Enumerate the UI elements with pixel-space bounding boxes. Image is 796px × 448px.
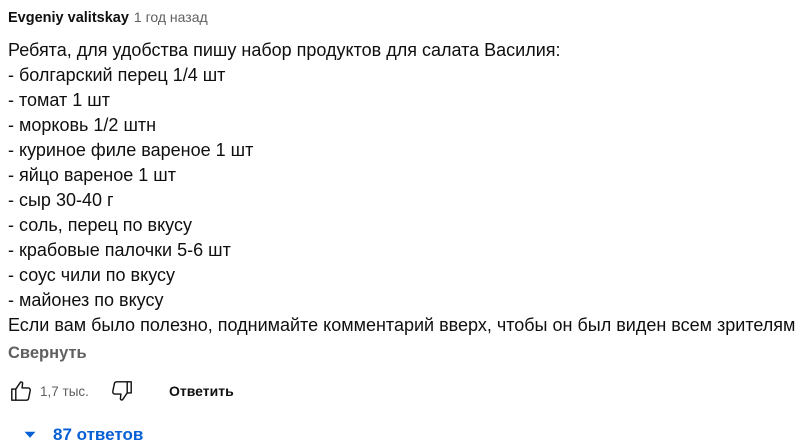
chevron-down-icon <box>22 427 38 443</box>
comment-line: - яйцо вареное 1 шт <box>8 165 176 185</box>
comment-timestamp[interactable]: 1 год назад <box>134 9 208 25</box>
like-count: 1,7 тыс. <box>40 384 89 399</box>
comment-text: Ребята, для удобства пишу набор продукто… <box>8 38 796 338</box>
author-name[interactable]: Evgeniy valitskay <box>8 10 129 26</box>
comment-line: - сыр 30-40 г <box>8 190 114 210</box>
comment-line: - болгарский перец 1/4 шт <box>8 65 226 85</box>
comment-header: Evgeniy valitskay 1 год назад <box>8 9 208 29</box>
comment-line: - крабовые палочки 5-6 шт <box>8 240 231 260</box>
comment-line: - морковь 1/2 штн <box>8 115 157 135</box>
thumbs-up-icon <box>8 378 34 404</box>
comment-line: - куриное филе вареное 1 шт <box>8 140 254 160</box>
dislike-button[interactable] <box>109 378 135 404</box>
comment-line: - соус чили по вкусу <box>8 265 175 285</box>
replies-count-label: 87 ответов <box>53 425 144 444</box>
comment-actions: 1,7 тыс. Ответить <box>8 378 408 406</box>
comment-line: Если вам было полезно, поднимайте коммен… <box>8 315 796 335</box>
comment-line: - майонез по вкусу <box>8 290 164 310</box>
like-button[interactable] <box>8 378 34 404</box>
comment-line: - соль, перец по вкусу <box>8 215 192 235</box>
thumbs-down-icon <box>109 378 135 404</box>
view-replies-button[interactable]: 87 ответов <box>22 424 143 446</box>
reply-button[interactable]: Ответить <box>169 383 234 399</box>
collapse-button[interactable]: Свернуть <box>8 344 87 363</box>
comment-line: Ребята, для удобства пишу набор продукто… <box>8 40 561 60</box>
comment-line: - томат 1 шт <box>8 90 110 110</box>
